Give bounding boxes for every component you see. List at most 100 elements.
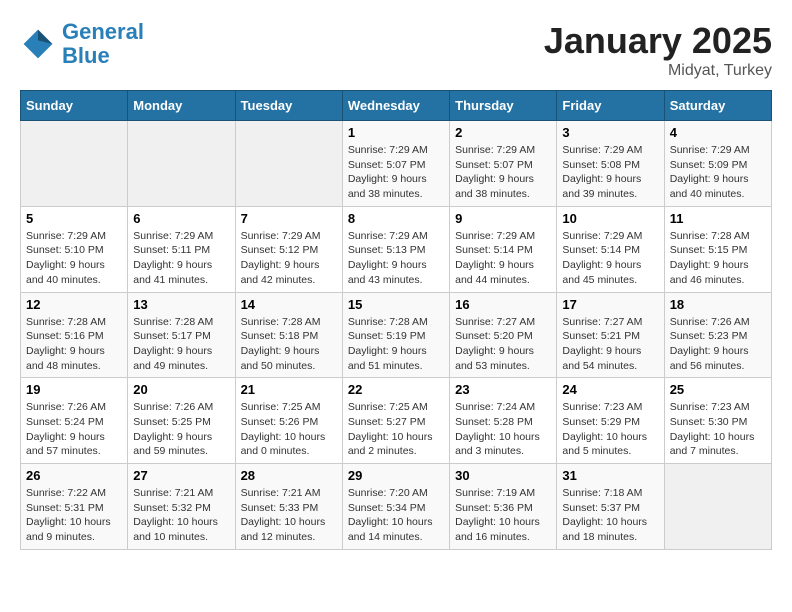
calendar-cell: 6 Sunrise: 7:29 AM Sunset: 5:11 PM Daylig… bbox=[128, 206, 235, 292]
day-info: Sunrise: 7:28 AM Sunset: 5:18 PM Dayligh… bbox=[241, 315, 337, 374]
calendar-cell: 5 Sunrise: 7:29 AM Sunset: 5:10 PM Daylig… bbox=[21, 206, 128, 292]
day-info: Sunrise: 7:29 AM Sunset: 5:13 PM Dayligh… bbox=[348, 229, 444, 288]
calendar-cell: 26 Sunrise: 7:22 AM Sunset: 5:31 PM Dayli… bbox=[21, 464, 128, 550]
day-number: 11 bbox=[670, 211, 766, 226]
weekday-header-thursday: Thursday bbox=[450, 91, 557, 121]
calendar-cell: 20 Sunrise: 7:26 AM Sunset: 5:25 PM Dayli… bbox=[128, 378, 235, 464]
location: Midyat, Turkey bbox=[544, 62, 772, 80]
month-title: January 2025 bbox=[544, 20, 772, 62]
day-info: Sunrise: 7:29 AM Sunset: 5:07 PM Dayligh… bbox=[348, 143, 444, 202]
calendar-cell: 2 Sunrise: 7:29 AM Sunset: 5:07 PM Daylig… bbox=[450, 121, 557, 207]
week-row-5: 26 Sunrise: 7:22 AM Sunset: 5:31 PM Dayli… bbox=[21, 464, 772, 550]
day-info: Sunrise: 7:28 AM Sunset: 5:15 PM Dayligh… bbox=[670, 229, 766, 288]
day-info: Sunrise: 7:26 AM Sunset: 5:23 PM Dayligh… bbox=[670, 315, 766, 374]
calendar-cell: 13 Sunrise: 7:28 AM Sunset: 5:17 PM Dayli… bbox=[128, 292, 235, 378]
day-info: Sunrise: 7:22 AM Sunset: 5:31 PM Dayligh… bbox=[26, 486, 122, 545]
day-info: Sunrise: 7:29 AM Sunset: 5:08 PM Dayligh… bbox=[562, 143, 658, 202]
day-number: 3 bbox=[562, 125, 658, 140]
week-row-4: 19 Sunrise: 7:26 AM Sunset: 5:24 PM Dayli… bbox=[21, 378, 772, 464]
calendar-cell: 7 Sunrise: 7:29 AM Sunset: 5:12 PM Daylig… bbox=[235, 206, 342, 292]
day-info: Sunrise: 7:28 AM Sunset: 5:16 PM Dayligh… bbox=[26, 315, 122, 374]
calendar-cell: 1Sunrise: 7:29 AM Sunset: 5:07 PM Daylig… bbox=[342, 121, 449, 207]
week-row-2: 5 Sunrise: 7:29 AM Sunset: 5:10 PM Daylig… bbox=[21, 206, 772, 292]
day-number: 30 bbox=[455, 468, 551, 483]
calendar-cell: 22Sunrise: 7:25 AM Sunset: 5:27 PM Dayli… bbox=[342, 378, 449, 464]
day-number: 26 bbox=[26, 468, 122, 483]
calendar-cell: 4Sunrise: 7:29 AM Sunset: 5:09 PM Daylig… bbox=[664, 121, 771, 207]
day-info: Sunrise: 7:21 AM Sunset: 5:33 PM Dayligh… bbox=[241, 486, 337, 545]
logo-icon bbox=[20, 26, 56, 62]
day-info: Sunrise: 7:29 AM Sunset: 5:11 PM Dayligh… bbox=[133, 229, 229, 288]
calendar-table: SundayMondayTuesdayWednesdayThursdayFrid… bbox=[20, 90, 772, 550]
day-info: Sunrise: 7:27 AM Sunset: 5:20 PM Dayligh… bbox=[455, 315, 551, 374]
calendar-cell: 29Sunrise: 7:20 AM Sunset: 5:34 PM Dayli… bbox=[342, 464, 449, 550]
day-number: 10 bbox=[562, 211, 658, 226]
week-row-1: 1Sunrise: 7:29 AM Sunset: 5:07 PM Daylig… bbox=[21, 121, 772, 207]
day-info: Sunrise: 7:29 AM Sunset: 5:10 PM Dayligh… bbox=[26, 229, 122, 288]
weekday-header-sunday: Sunday bbox=[21, 91, 128, 121]
day-number: 20 bbox=[133, 382, 229, 397]
calendar-cell: 11 Sunrise: 7:28 AM Sunset: 5:15 PM Dayli… bbox=[664, 206, 771, 292]
day-number: 25 bbox=[670, 382, 766, 397]
calendar-cell: 9 Sunrise: 7:29 AM Sunset: 5:14 PM Daylig… bbox=[450, 206, 557, 292]
logo: General Blue bbox=[20, 20, 144, 68]
calendar-cell: 12 Sunrise: 7:28 AM Sunset: 5:16 PM Dayli… bbox=[21, 292, 128, 378]
weekday-header-wednesday: Wednesday bbox=[342, 91, 449, 121]
day-info: Sunrise: 7:29 AM Sunset: 5:07 PM Dayligh… bbox=[455, 143, 551, 202]
day-info: Sunrise: 7:29 AM Sunset: 5:12 PM Dayligh… bbox=[241, 229, 337, 288]
title-block: January 2025 Midyat, Turkey bbox=[544, 20, 772, 80]
day-info: Sunrise: 7:27 AM Sunset: 5:21 PM Dayligh… bbox=[562, 315, 658, 374]
day-number: 28 bbox=[241, 468, 337, 483]
calendar-cell: 23Sunrise: 7:24 AM Sunset: 5:28 PM Dayli… bbox=[450, 378, 557, 464]
calendar-cell bbox=[128, 121, 235, 207]
day-number: 5 bbox=[26, 211, 122, 226]
calendar-cell: 30 Sunrise: 7:19 AM Sunset: 5:36 PM Dayli… bbox=[450, 464, 557, 550]
calendar-cell: 15Sunrise: 7:28 AM Sunset: 5:19 PM Dayli… bbox=[342, 292, 449, 378]
day-number: 16 bbox=[455, 297, 551, 312]
logo-text: General Blue bbox=[62, 20, 144, 68]
day-info: Sunrise: 7:20 AM Sunset: 5:34 PM Dayligh… bbox=[348, 486, 444, 545]
calendar-cell: 27 Sunrise: 7:21 AM Sunset: 5:32 PM Dayli… bbox=[128, 464, 235, 550]
day-number: 27 bbox=[133, 468, 229, 483]
day-number: 4 bbox=[670, 125, 766, 140]
day-info: Sunrise: 7:29 AM Sunset: 5:14 PM Dayligh… bbox=[455, 229, 551, 288]
day-number: 7 bbox=[241, 211, 337, 226]
weekday-header-saturday: Saturday bbox=[664, 91, 771, 121]
day-info: Sunrise: 7:28 AM Sunset: 5:17 PM Dayligh… bbox=[133, 315, 229, 374]
calendar-cell: 3 Sunrise: 7:29 AM Sunset: 5:08 PM Daylig… bbox=[557, 121, 664, 207]
page-header: General Blue January 2025 Midyat, Turkey bbox=[20, 20, 772, 80]
weekday-header-monday: Monday bbox=[128, 91, 235, 121]
day-info: Sunrise: 7:19 AM Sunset: 5:36 PM Dayligh… bbox=[455, 486, 551, 545]
day-number: 12 bbox=[26, 297, 122, 312]
day-number: 17 bbox=[562, 297, 658, 312]
day-info: Sunrise: 7:21 AM Sunset: 5:32 PM Dayligh… bbox=[133, 486, 229, 545]
day-number: 2 bbox=[455, 125, 551, 140]
calendar-cell: 17 Sunrise: 7:27 AM Sunset: 5:21 PM Dayli… bbox=[557, 292, 664, 378]
day-number: 8 bbox=[348, 211, 444, 226]
calendar-cell bbox=[235, 121, 342, 207]
weekday-header-friday: Friday bbox=[557, 91, 664, 121]
calendar-cell bbox=[21, 121, 128, 207]
calendar-cell: 31Sunrise: 7:18 AM Sunset: 5:37 PM Dayli… bbox=[557, 464, 664, 550]
calendar-cell: 14 Sunrise: 7:28 AM Sunset: 5:18 PM Dayli… bbox=[235, 292, 342, 378]
day-number: 14 bbox=[241, 297, 337, 312]
day-number: 21 bbox=[241, 382, 337, 397]
calendar-cell: 18Sunrise: 7:26 AM Sunset: 5:23 PM Dayli… bbox=[664, 292, 771, 378]
day-number: 23 bbox=[455, 382, 551, 397]
calendar-cell: 16 Sunrise: 7:27 AM Sunset: 5:20 PM Dayli… bbox=[450, 292, 557, 378]
calendar-cell: 19 Sunrise: 7:26 AM Sunset: 5:24 PM Dayli… bbox=[21, 378, 128, 464]
day-info: Sunrise: 7:26 AM Sunset: 5:25 PM Dayligh… bbox=[133, 400, 229, 459]
day-number: 6 bbox=[133, 211, 229, 226]
day-number: 13 bbox=[133, 297, 229, 312]
calendar-cell: 10Sunrise: 7:29 AM Sunset: 5:14 PM Dayli… bbox=[557, 206, 664, 292]
calendar-cell: 21 Sunrise: 7:25 AM Sunset: 5:26 PM Dayli… bbox=[235, 378, 342, 464]
day-number: 19 bbox=[26, 382, 122, 397]
day-info: Sunrise: 7:26 AM Sunset: 5:24 PM Dayligh… bbox=[26, 400, 122, 459]
day-info: Sunrise: 7:28 AM Sunset: 5:19 PM Dayligh… bbox=[348, 315, 444, 374]
day-info: Sunrise: 7:25 AM Sunset: 5:26 PM Dayligh… bbox=[241, 400, 337, 459]
day-number: 22 bbox=[348, 382, 444, 397]
day-number: 9 bbox=[455, 211, 551, 226]
weekday-header-tuesday: Tuesday bbox=[235, 91, 342, 121]
day-info: Sunrise: 7:23 AM Sunset: 5:29 PM Dayligh… bbox=[562, 400, 658, 459]
week-row-3: 12 Sunrise: 7:28 AM Sunset: 5:16 PM Dayli… bbox=[21, 292, 772, 378]
